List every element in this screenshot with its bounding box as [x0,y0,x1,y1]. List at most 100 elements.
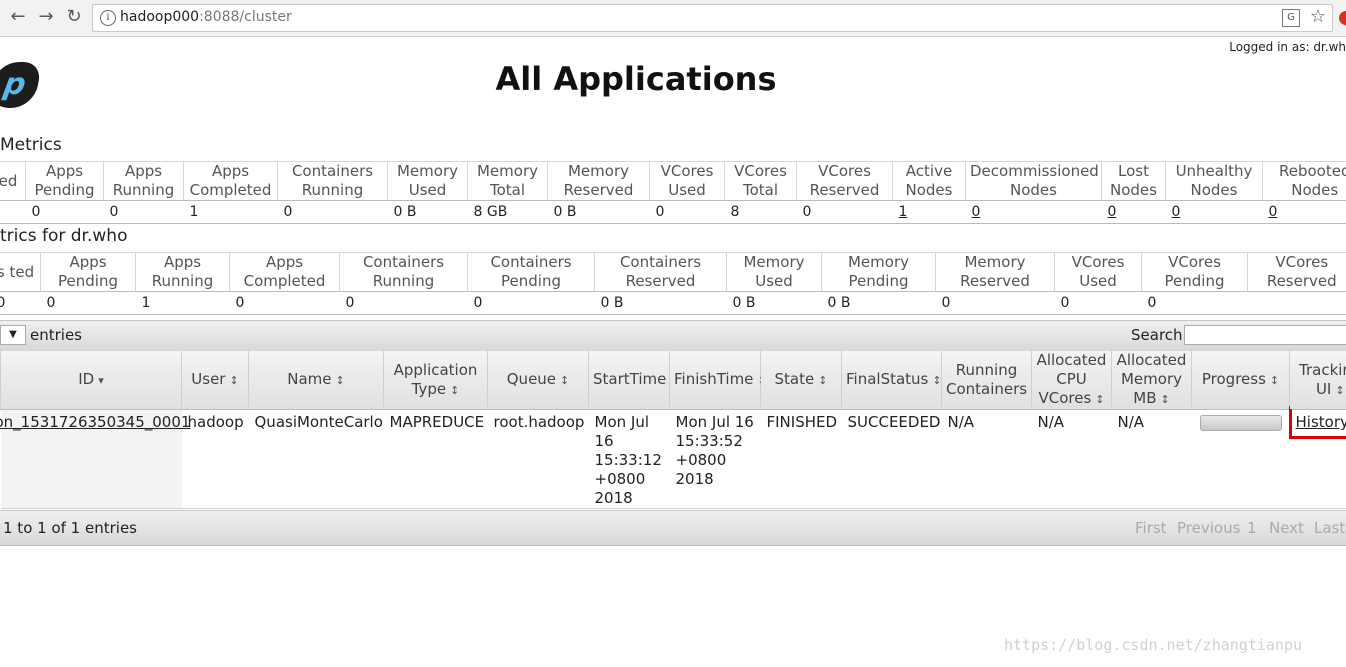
user-metrics-value-vcores-used: 0 [1054,291,1142,315]
reload-icon[interactable]: ↻ [62,5,86,29]
column-header-name[interactable]: Name ↕ [248,351,384,410]
column-header-progress[interactable]: Progress ↕ [1191,351,1290,410]
app-start-time: Mon Jul 16 15:33:12 +0800 2018 [588,409,670,509]
cluster-metrics-header-vcores-total: VCores Total [724,161,797,201]
sort-icon[interactable]: ↕ [818,374,827,387]
cluster-metrics-value-decommissioned-nodes[interactable]: 0 [965,200,1102,224]
column-header-allocated-cpu-vcores[interactable]: Allocated CPU VCores ↕ [1031,351,1112,410]
user-metrics-header-apps-running: Apps Running [135,252,230,292]
app-user: hadoop [181,409,249,509]
forward-arrow-icon[interactable]: → [34,5,58,29]
cluster-metrics-header-ed: ed [0,161,26,201]
entries-label: entries [30,326,82,344]
column-header-id[interactable]: ID ▾ [0,351,182,410]
cluster-metrics-header-vcores-used: VCores Used [649,161,725,201]
column-header-allocated-memory-mb[interactable]: Allocated Memory MB ↕ [1111,351,1192,410]
sort-icon[interactable]: ↕ [1335,384,1344,397]
search-input[interactable] [1184,325,1346,345]
app-tracking: History [1288,406,1346,509]
app-running-containers: N/A [941,409,1032,509]
app-alloc-vcores: N/A [1031,409,1112,509]
cluster-metrics-header-containers-running: Containers Running [277,161,388,201]
pager-page-1-button[interactable]: 1 [1247,519,1257,537]
cluster-metrics-value-ed [0,200,26,224]
cluster-metrics-value-unhealthy-nodes[interactable]: 0 [1165,200,1263,224]
column-header-running-containers[interactable]: Running Containers↕ [941,351,1040,410]
sort-icon[interactable]: ↕ [1270,374,1279,387]
entries-length-select[interactable]: ▼ [0,325,26,345]
cluster-metrics-value-vcores-total: 8 [724,200,797,224]
user-metrics-header-vcores-pending: VCores Pending [1141,252,1248,292]
column-header-state[interactable]: State ↕ [760,351,842,410]
user-metrics-title: trics for dr.who [0,226,128,246]
cluster-metrics-header-apps-pending: Apps Pending [25,161,104,201]
column-header-starttime[interactable]: StartTime↕ [588,351,680,410]
column-header-finalstatus[interactable]: FinalStatus ↕ [841,351,942,410]
user-metrics-value-memory-used: 0 B [726,291,822,315]
pager-first-button[interactable]: First [1135,519,1167,537]
column-header-queue[interactable]: Queue ↕ [487,351,589,410]
user-metrics-value-apps-pending: 0 [40,291,136,315]
user-metrics-header-vcores-reserved: VCores Reserved [1247,252,1346,292]
pager-previous-button[interactable]: Previous [1177,519,1240,537]
datatable-info: 1 to 1 of 1 entries [3,519,137,537]
user-metrics-value-memory-pending: 0 B [821,291,936,315]
page-title: All Applications [495,60,777,98]
sort-icon[interactable]: ↕ [229,374,238,387]
column-header-user[interactable]: User ↕ [181,351,249,410]
address-url[interactable]: hadoop000:8088/cluster [120,9,292,25]
sort-icon[interactable]: ↕ [336,374,345,387]
cluster-metrics-header-unhealthy-nodes: Unhealthy Nodes [1165,161,1263,201]
cluster-metrics-value-lost-nodes[interactable]: 0 [1101,200,1166,224]
column-header-label: Progress [1201,370,1266,388]
cluster-metrics-header-memory-used: Memory Used [387,161,468,201]
user-metrics-value-containers-pending: 0 [467,291,595,315]
cluster-metrics-value-rebooted-nodes[interactable]: 0 [1262,200,1346,224]
extension-icon[interactable] [1339,11,1346,25]
sort-desc-icon[interactable]: ▾ [98,374,104,387]
back-arrow-icon[interactable]: ← [6,5,30,29]
address-bar[interactable]: i hadoop000:8088/cluster G ☆ [92,4,1333,32]
sort-icon[interactable]: ↕ [1095,393,1104,406]
cluster-metrics-header-memory-total: Memory Total [467,161,548,201]
sort-icon[interactable]: ↕ [932,374,941,387]
app-name: QuasiMonteCarlo [248,409,384,509]
search-label: Search: [1131,326,1188,344]
user-metrics-header-apps-pending: Apps Pending [40,252,136,292]
app-id-link[interactable]: on_1531726350345_0001 [0,409,190,509]
applications-table: ID ▾ User ↕ Name ↕ Application Type ↕ Queue ↕ Star… [0,351,1346,509]
column-header-finishtime[interactable]: FinishTime↕ [669,351,767,410]
user-metrics-value-apps-completed: 0 [229,291,340,315]
user-metrics-header-memory-pending: Memory Pending [821,252,936,292]
column-header-tracking-ui[interactable]: Tracking UI↕ [1289,351,1346,410]
user-metrics-header-apps-completed: Apps Completed [229,252,340,292]
bookmark-star-icon[interactable]: ☆ [1310,6,1326,27]
column-header-label: User [191,370,226,388]
column-header-label: Running Containers [946,360,1028,398]
column-header-application-type[interactable]: Application Type ↕ [383,351,488,410]
pager-last-button[interactable]: Last [1314,519,1345,537]
history-link[interactable]: History [1288,406,1346,439]
app-id-text: on_1531726350345_0001 [0,413,191,431]
cluster-metrics-value-active-nodes[interactable]: 1 [892,200,966,224]
cluster-metrics-header-apps-running: Apps Running [103,161,184,201]
datatable-bottom-bar: 1 to 1 of 1 entries First Previous 1 Nex… [0,510,1346,546]
user-metrics-value-vcores-pending: 0 [1141,291,1248,315]
logged-in-label: Logged in as: dr.wh [1229,40,1346,54]
column-header-label: Name [287,370,332,388]
user-metrics-header-vcores-used: VCores Used [1054,252,1142,292]
sort-icon[interactable]: ↕ [450,384,459,397]
sort-icon[interactable]: ↕ [560,374,569,387]
cluster-metrics-value-memory-total: 8 GB [467,200,548,224]
cluster-metrics-header-active-nodes: Active Nodes [892,161,966,201]
url-host: hadoop000 [120,9,200,25]
sort-icon[interactable]: ↕ [1161,393,1170,406]
pager-next-button[interactable]: Next [1269,519,1304,537]
info-icon[interactable]: i [100,10,116,26]
browser-toolbar: ← → ↻ i hadoop000:8088/cluster G ☆ [0,0,1346,37]
app-type: MAPREDUCE [383,409,488,509]
translate-icon[interactable]: G [1282,9,1300,27]
user-metrics-header-memory-reserved: Memory Reserved [935,252,1055,292]
cluster-metrics-value-memory-used: 0 B [387,200,468,224]
cluster-metrics-value-memory-reserved: 0 B [547,200,650,224]
